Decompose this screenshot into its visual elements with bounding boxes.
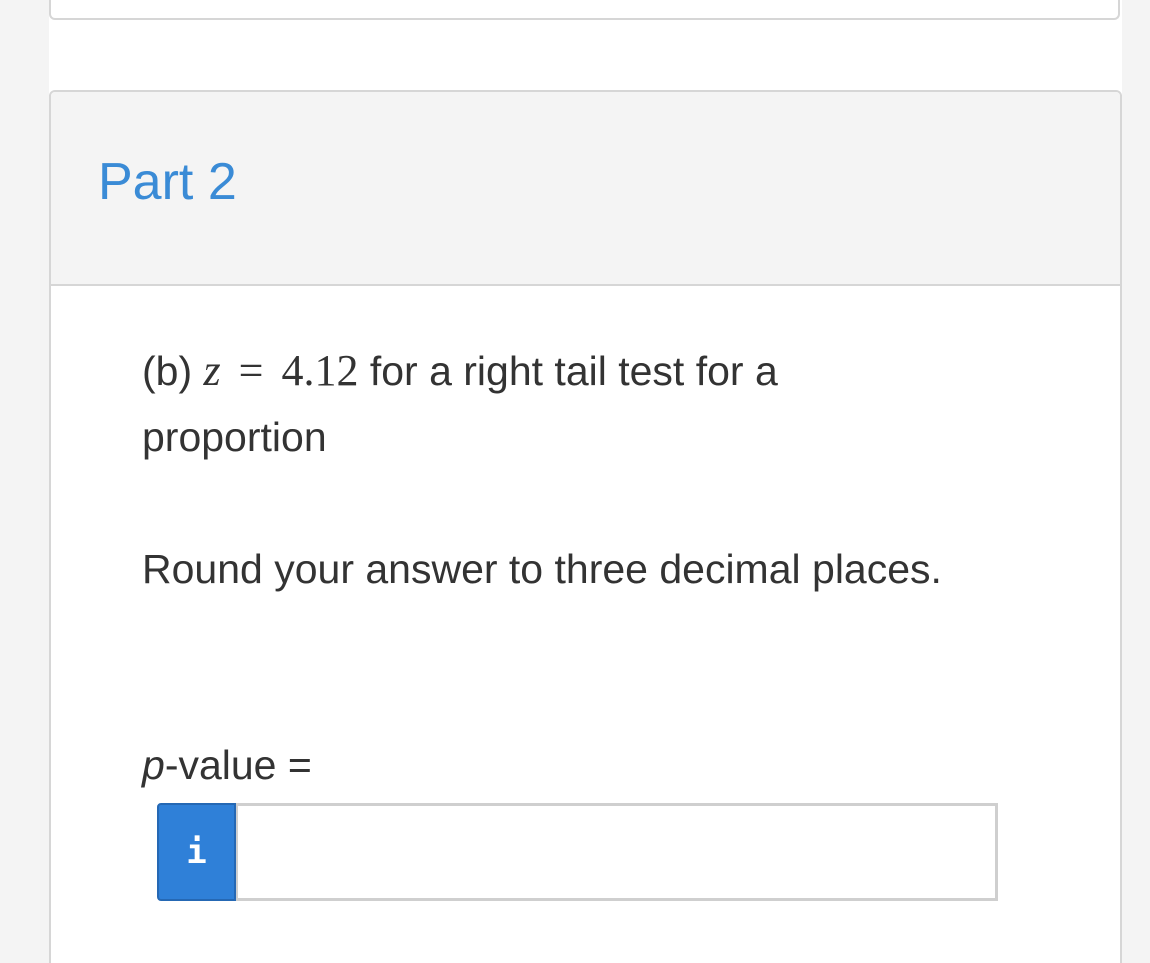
info-button[interactable]: i: [157, 803, 236, 901]
question-prefix: (b): [142, 348, 204, 394]
left-gutter: [0, 0, 49, 963]
page: Part 2 (b) z = 4.12 for a right tail test …: [0, 0, 1150, 963]
p-value-input[interactable]: [236, 803, 998, 901]
p-value-variable: p: [142, 742, 165, 788]
question-text: (b) z = 4.12 for a right tail test for a p…: [142, 338, 942, 470]
math-variable: z: [203, 346, 221, 395]
answer-row: i: [157, 803, 999, 901]
part-header: Part 2: [51, 92, 1120, 286]
rounding-instructions: Round your answer to three decimal place…: [142, 546, 942, 592]
part-card: Part 2 (b) z = 4.12 for a right tail test …: [49, 90, 1122, 963]
math-operator: =: [238, 346, 264, 395]
p-value-label-rest: -value =: [164, 742, 312, 788]
math-expression: z = 4.12: [204, 346, 359, 395]
card-spacer: [49, 20, 1122, 90]
part-title: Part 2: [98, 153, 237, 211]
previous-part-card: [49, 0, 1120, 20]
math-value: 4.12: [281, 346, 359, 395]
p-value-label: p-value =: [142, 732, 312, 798]
right-gutter: [1122, 0, 1150, 963]
info-icon: i: [186, 832, 207, 872]
